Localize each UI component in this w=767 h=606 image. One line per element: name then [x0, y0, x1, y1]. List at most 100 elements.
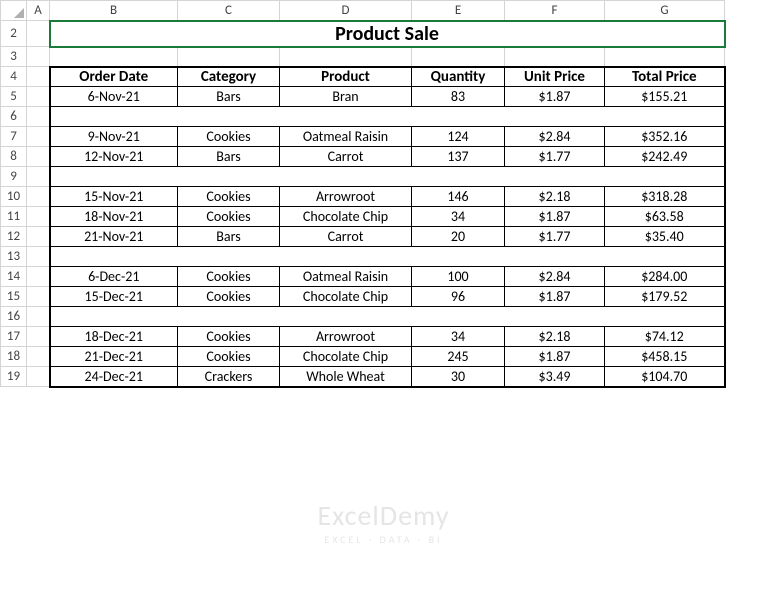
table-cell[interactable]: Cookies [178, 187, 280, 207]
column-header-G[interactable]: G [605, 1, 725, 21]
row-header-7[interactable]: 7 [1, 127, 27, 147]
table-cell[interactable]: 15-Nov-21 [50, 187, 178, 207]
table-cell[interactable]: Cookies [178, 267, 280, 287]
cell-empty[interactable] [27, 47, 50, 67]
column-header-B[interactable]: B [50, 1, 178, 21]
row-header-6[interactable]: 6 [1, 107, 27, 127]
table-cell[interactable]: 30 [412, 367, 505, 387]
row-header-12[interactable]: 12 [1, 227, 27, 247]
spacer-row[interactable] [50, 307, 725, 327]
table-cell[interactable]: Crackers [178, 367, 280, 387]
table-cell[interactable]: $155.21 [605, 87, 725, 107]
table-cell[interactable]: Cookies [178, 327, 280, 347]
table-cell[interactable]: 146 [412, 187, 505, 207]
cell-empty[interactable] [27, 227, 50, 247]
column-header-D[interactable]: D [280, 1, 412, 21]
cell-empty[interactable] [27, 207, 50, 227]
cell-empty[interactable] [280, 47, 412, 67]
table-cell[interactable]: Oatmeal Raisin [280, 267, 412, 287]
column-header-E[interactable]: E [412, 1, 505, 21]
table-cell[interactable]: $1.87 [505, 347, 605, 367]
spacer-row[interactable] [50, 247, 725, 267]
table-cell[interactable]: $242.49 [605, 147, 725, 167]
cell-empty[interactable] [178, 47, 280, 67]
table-cell[interactable]: $1.87 [505, 87, 605, 107]
row-header-8[interactable]: 8 [1, 147, 27, 167]
table-cell[interactable]: $2.84 [505, 127, 605, 147]
table-cell[interactable]: Cookies [178, 127, 280, 147]
table-header[interactable]: Unit Price [505, 67, 605, 87]
table-cell[interactable]: 100 [412, 267, 505, 287]
row-header-19[interactable]: 19 [1, 367, 27, 387]
select-all-corner[interactable] [1, 1, 27, 21]
row-header-11[interactable]: 11 [1, 207, 27, 227]
table-cell[interactable]: $1.77 [505, 147, 605, 167]
table-cell[interactable]: $35.40 [605, 227, 725, 247]
cell-empty[interactable] [27, 327, 50, 347]
cell-empty[interactable] [412, 47, 505, 67]
table-cell[interactable]: Bars [178, 87, 280, 107]
table-cell[interactable]: Carrot [280, 147, 412, 167]
table-cell[interactable]: Chocolate Chip [280, 207, 412, 227]
spacer-row[interactable] [50, 107, 725, 127]
table-header[interactable]: Product [280, 67, 412, 87]
cell-empty[interactable] [27, 267, 50, 287]
table-cell[interactable]: Bars [178, 147, 280, 167]
table-header[interactable]: Total Price [605, 67, 725, 87]
table-cell[interactable]: Bran [280, 87, 412, 107]
cell-empty[interactable] [27, 347, 50, 367]
table-cell[interactable]: $2.84 [505, 267, 605, 287]
spreadsheet-grid[interactable]: ABCDEFG 2 Product Sale 34 Order DateCategor… [0, 0, 726, 388]
row-header-18[interactable]: 18 [1, 347, 27, 367]
table-header[interactable]: Order Date [50, 67, 178, 87]
cell-empty[interactable] [27, 187, 50, 207]
table-header[interactable]: Quantity [412, 67, 505, 87]
table-cell[interactable]: $104.70 [605, 367, 725, 387]
row-header-13[interactable]: 13 [1, 247, 27, 267]
title-cell[interactable]: Product Sale [50, 21, 725, 47]
table-cell[interactable]: Arrowroot [280, 327, 412, 347]
column-header-A[interactable]: A [27, 1, 50, 21]
table-cell[interactable]: 9-Nov-21 [50, 127, 178, 147]
table-cell[interactable]: 96 [412, 287, 505, 307]
table-cell[interactable]: 21-Nov-21 [50, 227, 178, 247]
cell-empty[interactable] [27, 247, 50, 267]
cell-empty[interactable] [27, 287, 50, 307]
table-cell[interactable]: $1.87 [505, 287, 605, 307]
table-header[interactable]: Category [178, 67, 280, 87]
cell-empty[interactable] [605, 47, 725, 67]
table-cell[interactable]: $63.58 [605, 207, 725, 227]
table-cell[interactable]: Chocolate Chip [280, 347, 412, 367]
table-cell[interactable]: 34 [412, 207, 505, 227]
table-cell[interactable]: 83 [412, 87, 505, 107]
table-cell[interactable]: Oatmeal Raisin [280, 127, 412, 147]
table-cell[interactable]: $2.18 [505, 187, 605, 207]
table-cell[interactable]: Arrowroot [280, 187, 412, 207]
row-header-2[interactable]: 2 [1, 21, 27, 47]
table-cell[interactable]: $179.52 [605, 287, 725, 307]
cell-empty[interactable] [27, 21, 50, 47]
column-header-F[interactable]: F [505, 1, 605, 21]
cell-empty[interactable] [505, 47, 605, 67]
table-cell[interactable]: 137 [412, 147, 505, 167]
row-header-4[interactable]: 4 [1, 67, 27, 87]
cell-empty[interactable] [27, 127, 50, 147]
table-cell[interactable]: Whole Wheat [280, 367, 412, 387]
table-cell[interactable]: $458.15 [605, 347, 725, 367]
cell-empty[interactable] [27, 147, 50, 167]
row-header-10[interactable]: 10 [1, 187, 27, 207]
table-cell[interactable]: 18-Dec-21 [50, 327, 178, 347]
table-cell[interactable]: $284.00 [605, 267, 725, 287]
row-header-15[interactable]: 15 [1, 287, 27, 307]
table-cell[interactable]: 15-Dec-21 [50, 287, 178, 307]
table-cell[interactable]: 6-Nov-21 [50, 87, 178, 107]
table-cell[interactable]: 24-Dec-21 [50, 367, 178, 387]
table-cell[interactable]: $2.18 [505, 327, 605, 347]
table-cell[interactable]: $3.49 [505, 367, 605, 387]
row-header-14[interactable]: 14 [1, 267, 27, 287]
cell-empty[interactable] [27, 307, 50, 327]
table-cell[interactable]: 6-Dec-21 [50, 267, 178, 287]
cell-empty[interactable] [27, 107, 50, 127]
column-header-C[interactable]: C [178, 1, 280, 21]
row-header-9[interactable]: 9 [1, 167, 27, 187]
